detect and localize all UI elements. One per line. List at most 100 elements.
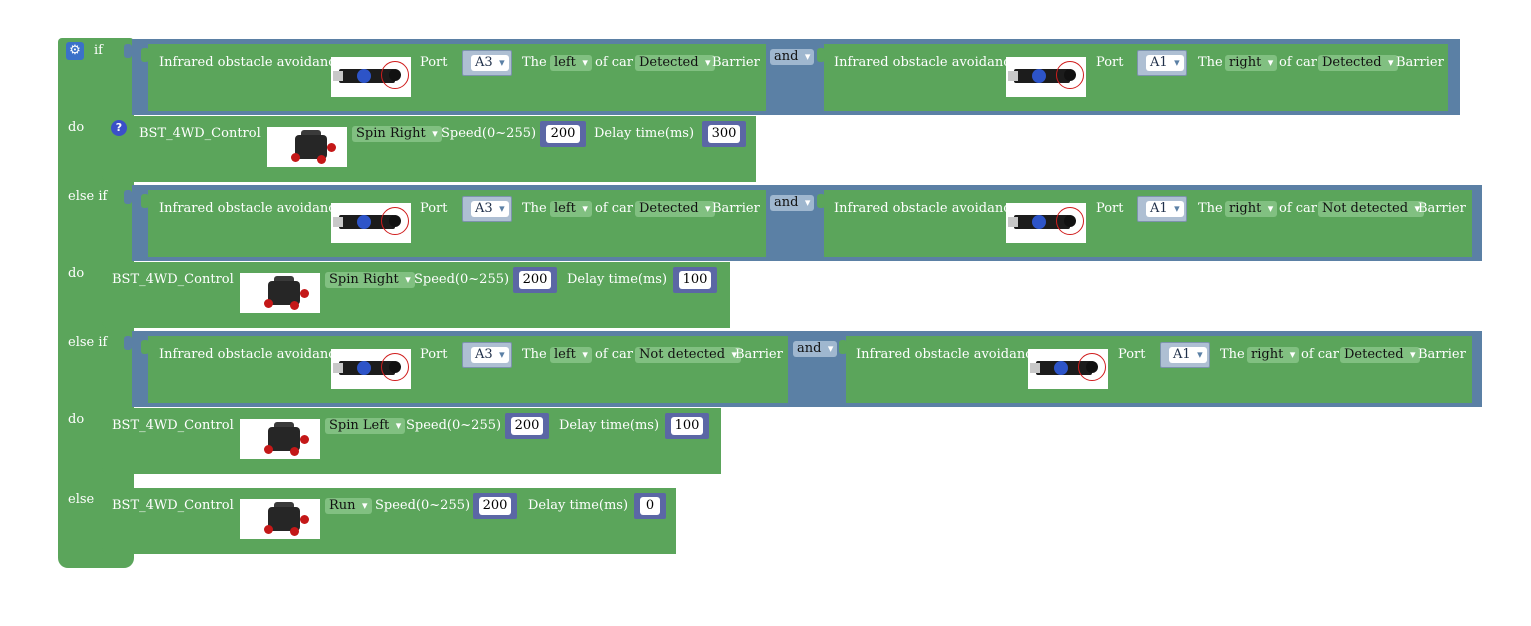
port-dropdown[interactable]: A1 [1169,347,1207,363]
speed-number-block[interactable]: 200 [473,493,517,519]
side-dropdown[interactable]: left [550,55,592,71]
port-dropdown[interactable]: A3 [471,55,509,71]
speed-number-block[interactable]: 200 [513,267,557,293]
port-dropdown[interactable]: A1 [1146,55,1184,71]
speed-label: Speed(0~255) [375,498,471,513]
delay-label: Delay time(ms) [594,126,695,141]
do-keyword: do [68,412,85,427]
sensor-label: Infrared obstacle avoidance [834,201,1019,216]
side-dropdown[interactable]: left [550,347,592,363]
infrared-sensor-image [1006,203,1086,243]
of-car-label: of car [595,55,634,70]
delay-number-block[interactable]: 100 [673,267,717,293]
delay-value[interactable]: 100 [671,417,703,435]
state-dropdown[interactable]: Not detected [1318,201,1425,217]
delay-value[interactable]: 300 [708,125,740,143]
speed-number-block[interactable]: 200 [505,413,549,439]
car-image [240,273,320,313]
sensor-label: Infrared obstacle avoidance [159,347,344,362]
input-connector [817,194,825,208]
the-label: The [1198,55,1223,70]
delay-value[interactable]: 100 [679,271,711,289]
sensor-label: Infrared obstacle avoidance [159,55,344,70]
input-connector [124,336,132,350]
else-if-keyword: else if [68,189,108,204]
help-icon[interactable]: ? [111,120,127,136]
mode-dropdown[interactable]: Spin Right [325,272,415,288]
delay-number-block[interactable]: 300 [702,121,746,147]
side-dropdown[interactable]: right [1225,201,1278,217]
delay-label: Delay time(ms) [559,418,660,433]
speed-value[interactable]: 200 [546,125,580,143]
port-block[interactable]: A3 [462,50,512,76]
gear-icon[interactable]: ⚙ [66,42,84,60]
car-image [240,419,320,459]
else-keyword: else [68,492,95,507]
control-label: BST_4WD_Control [112,418,234,433]
state-dropdown[interactable]: Detected [1318,55,1398,71]
port-label: Port [420,347,448,362]
and-operator-dropdown[interactable]: and [770,195,815,211]
speed-label: Speed(0~255) [406,418,502,433]
port-block[interactable]: A3 [462,342,512,368]
port-block[interactable]: A1 [1137,196,1187,222]
and-operator-dropdown[interactable]: and [770,49,815,65]
do-keyword: do [68,120,85,135]
of-car-label: of car [595,201,634,216]
state-dropdown[interactable]: Detected [1340,347,1420,363]
state-dropdown[interactable]: Not detected [635,347,742,363]
port-block[interactable]: A3 [462,196,512,222]
car-image [240,499,320,539]
port-label: Port [1096,55,1124,70]
the-label: The [522,347,547,362]
infrared-sensor-image [1028,349,1108,389]
infrared-sensor-image [331,203,411,243]
port-label: Port [1096,201,1124,216]
input-connector [124,44,132,58]
input-connector [141,48,149,62]
state-dropdown[interactable]: Detected [635,55,715,71]
mode-dropdown[interactable]: Run [325,498,372,514]
side-dropdown[interactable]: left [550,201,592,217]
speed-value[interactable]: 200 [519,271,551,289]
mode-dropdown[interactable]: Spin Right [352,126,442,142]
barrier-label: Barrier [712,201,760,216]
and-operator-dropdown[interactable]: and [793,341,838,357]
speed-number-block[interactable]: 200 [540,121,586,147]
delay-label: Delay time(ms) [567,272,668,287]
mode-dropdown[interactable]: Spin Left [325,418,406,434]
port-dropdown[interactable]: A1 [1146,201,1184,217]
speed-label: Speed(0~255) [441,126,537,141]
the-label: The [1198,201,1223,216]
port-dropdown[interactable]: A3 [471,201,509,217]
port-label: Port [1118,347,1146,362]
delay-value[interactable]: 0 [640,497,660,515]
input-connector [141,194,149,208]
infrared-sensor-image [331,57,411,97]
speed-value[interactable]: 200 [479,497,511,515]
input-connector [141,340,149,354]
sensor-label: Infrared obstacle avoidance [834,55,1019,70]
the-label: The [1220,347,1245,362]
side-dropdown[interactable]: right [1247,347,1300,363]
control-label: BST_4WD_Control [112,498,234,513]
control-label: BST_4WD_Control [139,126,261,141]
delay-number-block[interactable]: 100 [665,413,709,439]
speed-label: Speed(0~255) [414,272,510,287]
state-dropdown[interactable]: Detected [635,201,715,217]
barrier-label: Barrier [1418,201,1466,216]
infrared-sensor-image [1006,57,1086,97]
input-connector [817,48,825,62]
else-if-keyword: else if [68,335,108,350]
speed-value[interactable]: 200 [511,417,543,435]
infrared-sensor-image [331,349,411,389]
sensor-label: Infrared obstacle avoidance [159,201,344,216]
delay-number-block[interactable]: 0 [634,493,666,519]
side-dropdown[interactable]: right [1225,55,1278,71]
barrier-label: Barrier [1418,347,1466,362]
port-dropdown[interactable]: A3 [471,347,509,363]
if-keyword: if [94,43,103,58]
port-block[interactable]: A1 [1160,342,1210,368]
port-block[interactable]: A1 [1137,50,1187,76]
input-connector [124,190,132,204]
